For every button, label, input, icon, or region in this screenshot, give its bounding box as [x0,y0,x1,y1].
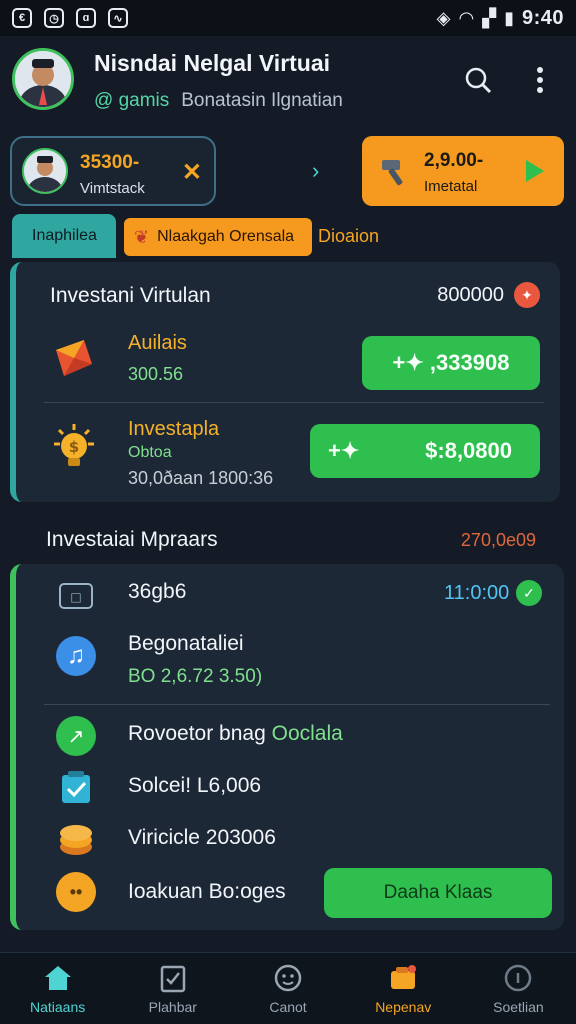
face-icon [274,964,302,991]
search-icon [465,67,492,94]
nfc-icon: ◈ [436,7,451,28]
list-item-1-time: 11:0:00 [444,582,510,604]
investment-row-2-button[interactable]: +✦ $:8,0800 [310,424,540,478]
nav-center-label: Canot [269,998,307,1015]
nav-center[interactable]: Canot [230,953,345,1024]
tab-orensala[interactable]: ❦ Nlaakgah Orensala [124,218,312,256]
mini-avatar [22,148,68,194]
list-item-1-text[interactable]: 36gb6 [128,580,186,604]
ribbon-icon: ❦ [134,226,150,247]
profile-handle[interactable]: @ gamis [94,90,169,112]
wave-icon: ∿ [108,8,128,28]
bottom-nav: Natiaans Plahbar Canot Nepenav Soetlian [0,952,576,1024]
more-vertical-icon [537,67,543,93]
investment-row-1-button[interactable]: +✦ ,333908 [362,336,540,390]
clipboard-icon [160,965,186,992]
divider [44,402,544,403]
chat-bubble-icon: •• [56,872,96,912]
music-note-icon: ♫ [56,636,96,676]
section-meta: 270,0e09 [460,530,536,550]
tab-inaphilea[interactable]: Inaphilea [12,214,116,258]
nav-plan[interactable]: Plahbar [115,953,230,1024]
profile-subtitle-row: @ gamis Bonatasin Ilgnatian [94,90,343,112]
investment-row-1-title: Auilais [128,332,187,354]
orange-action-card[interactable]: 2,9.00- Imetatal [362,136,564,206]
signal-icon: ▞ [482,7,497,28]
mini-card-label: Vimtstack [80,180,145,197]
alarm-icon: ◷ [44,8,64,28]
profile-subtitle: Bonatasin Ilgnatian [181,90,343,111]
tab-bar: Inaphilea ❦ Nlaakgah Orensala Dioaion [10,214,566,262]
investment-card-value: 800000 [437,284,504,306]
trending-up-icon: ↗ [56,716,96,756]
list-card: □ 36gb6 11:0:00 ✓ ♫ Begonataliei BO 2,6.… [10,564,564,930]
status-bar: € ◷ ɑ ∿ ◈ ◠ ▞ ▮ 9:40 [0,0,576,36]
tab-dioaion[interactable]: Dioaion [318,214,379,258]
mini-card-amount: 35300- [80,152,140,173]
tab-orensala-label: Nlaakgah Orensala [157,228,295,245]
chevron-right-icon[interactable]: › [312,158,319,184]
home-icon [44,965,71,990]
search-button[interactable] [460,62,496,98]
divider [44,704,550,705]
wallet-icon [391,964,417,989]
nav-home-label: Natiaans [29,998,86,1015]
nav-settings[interactable]: Soetlian [461,953,576,1024]
notification-icon: € [12,8,32,28]
orange-card-amount: 2,9.00- [424,150,484,171]
list-item-3[interactable]: Rovoetor bnag Ooclala [128,722,343,746]
nav-plan-label: Plahbar [148,998,197,1015]
calendar-icon: □ [56,576,96,616]
settings-icon [505,964,532,991]
list-item-2-text[interactable]: Begonataliei [128,632,244,656]
profile-name: Nisndai Nelgal Virtuai [94,50,331,76]
investment-row-2-button-label: $:8,0800 [425,438,512,463]
alert-icon[interactable]: ✦ [514,282,540,308]
plus-sparkle-icon: +✦ [328,438,360,463]
list-item-3-text: Rovoetor bnag [128,722,266,745]
checklist-icon [56,768,96,808]
profile-header: Nisndai Nelgal Virtuai @ gamis Bonatasin… [0,36,576,132]
wifi-icon: ◠ [458,7,475,28]
hammer-icon [382,160,403,186]
list-item-4-text[interactable]: Solcei! L6,006 [128,774,261,798]
nav-wallet-label: Nepenav [375,998,432,1015]
app-icon: ɑ [76,8,96,28]
quick-row: 35300- Vimtstack ✕ › 2,9.00- Imetatal [0,134,576,210]
lightbulb-coin-icon: $ [54,424,94,466]
svg-text:□: □ [70,590,81,604]
orange-card-label: Imetatal [424,178,478,195]
investment-card: Investani Virtulan 800000 ✦ Auilais 300.… [10,262,560,502]
list-item-6-text[interactable]: Ioakuan Bo:oges [128,880,286,904]
avatar[interactable] [12,48,74,110]
list-item-3-green: Ooclala [271,722,343,745]
status-time: 9:40 [521,6,564,29]
close-icon[interactable]: ✕ [182,158,202,187]
nav-home[interactable]: Natiaans [0,953,115,1024]
mini-profile-card[interactable]: 35300- Vimtstack ✕ [10,136,216,206]
more-button[interactable] [522,62,558,98]
battery-icon: ▮ [504,7,514,28]
check-icon[interactable]: ✓ [516,580,542,606]
nav-settings-label: Soetlian [493,998,544,1015]
play-icon [526,160,544,182]
investment-card-title: Investani Virtulan [50,284,211,307]
investment-row-2-sub: Obtoa [128,444,172,461]
list-item-5-text[interactable]: Viricicle 203006 [128,826,276,850]
list-item-2-sub: BO 2,6.72 3.50) [128,666,263,687]
kite-icon [56,340,92,376]
nav-wallet[interactable]: Nepenav [346,953,461,1024]
svg-text:$: $ [69,438,79,456]
investment-row-2-title: Investapla [128,418,220,440]
list-item-6-button[interactable]: Daaha Klaas [324,868,552,918]
investment-row-2-sub2: 30,0ðaan 1800:36 [128,468,274,488]
section-title: Investaiai Mpraars [46,528,218,551]
investment-row-1-sub: 300.56 [128,364,184,384]
coins-icon [56,820,96,860]
